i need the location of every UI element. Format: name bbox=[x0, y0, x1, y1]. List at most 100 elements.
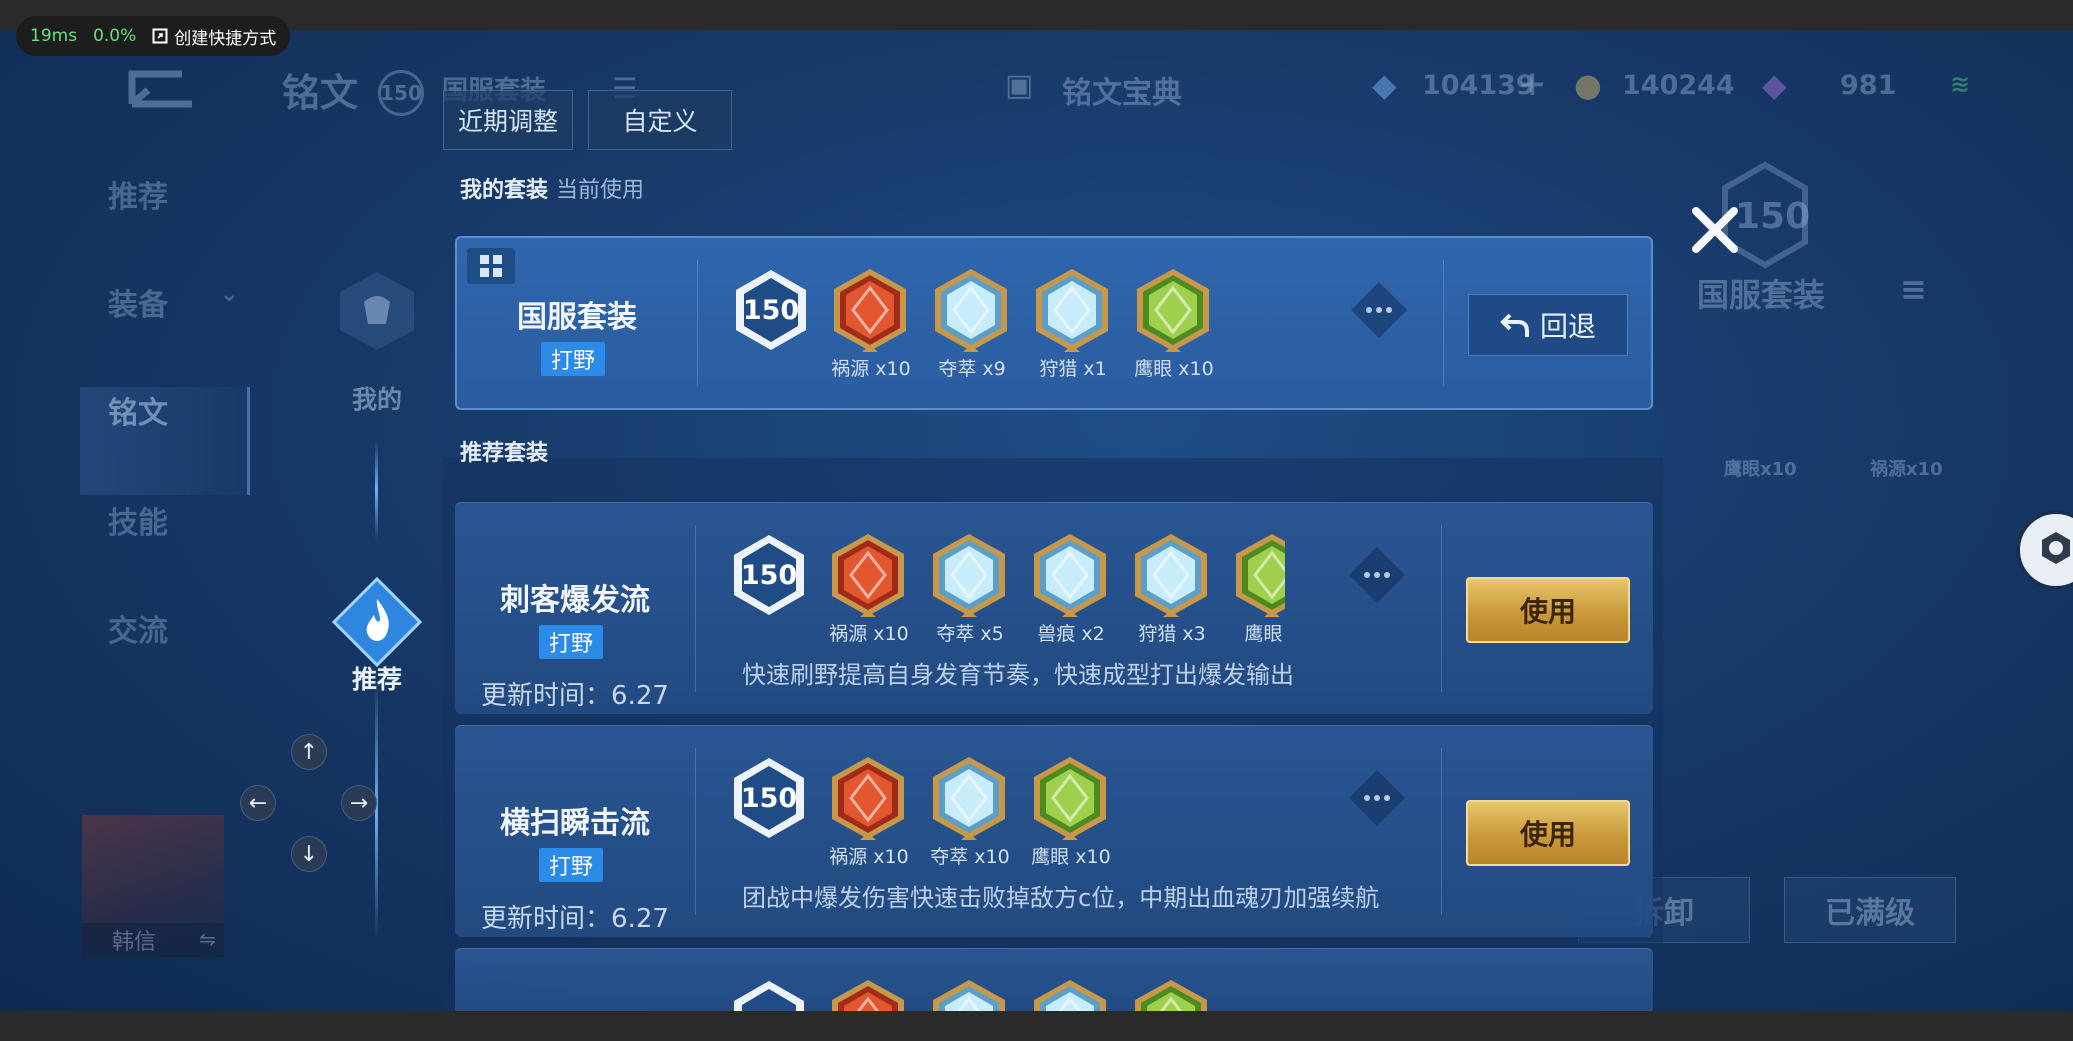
gem-currency-icon: ◆ bbox=[1372, 66, 1397, 104]
inscription-gem-red[interactable]: 祸源 x10 bbox=[829, 754, 909, 866]
divider bbox=[1443, 260, 1444, 386]
partial-level-badge bbox=[730, 977, 808, 1011]
header-title: 铭文 bbox=[282, 71, 359, 115]
divider bbox=[1441, 748, 1442, 915]
perf-overlay: 19ms 0.0% 创建快捷方式 bbox=[16, 16, 291, 56]
gem-count-label: 夺萃 x5 bbox=[936, 623, 1004, 643]
currency3-value: 981 bbox=[1840, 70, 1897, 101]
inscription-gem-blue[interactable] bbox=[1031, 977, 1109, 1011]
use-button[interactable]: 使用 bbox=[1466, 577, 1630, 643]
inscription-gem-green[interactable]: 鹰眼： bbox=[1233, 531, 1285, 643]
codex-label[interactable]: 铭文宝典 bbox=[1062, 68, 1182, 112]
gem-count-label: 祸源 x10 bbox=[831, 358, 911, 380]
loss-text: 0.0% bbox=[93, 26, 137, 46]
my-set-title: 我的套装 bbox=[460, 178, 549, 203]
arrow-right-button[interactable]: → bbox=[341, 785, 377, 821]
codex-icon[interactable]: ▣ bbox=[1005, 68, 1033, 103]
recommended-set-card: 刺客爆发流 打野 更新时间：6.27 150 祸源 x10 夺萃 x5 兽痕 x2 狩猎 x3… bbox=[455, 502, 1653, 714]
crystal-icon: ◆ bbox=[1762, 66, 1787, 104]
inscription-gem-red[interactable] bbox=[829, 977, 907, 1011]
recommend-flame-icon[interactable] bbox=[330, 575, 424, 669]
revert-button[interactable]: 回退 bbox=[1468, 294, 1628, 356]
game-stage: 铭文 150 国服套装 ☰ ▣ 铭文宝典 ◆ 104139 + ● 140244… bbox=[0, 30, 2073, 1011]
set-description: 团战中爆发伤害快速击败掉敌方c位，中期出血魂刃加强续航 bbox=[742, 884, 1380, 912]
inscription-gem-red[interactable]: 祸源 x10 bbox=[831, 266, 911, 381]
more-options-icon[interactable] bbox=[1345, 766, 1409, 830]
set-updated-time: 更新时间：6.27 bbox=[481, 681, 669, 711]
inscription-gem-blue[interactable]: 夺萃 x5 bbox=[930, 531, 1008, 643]
use-button[interactable]: 使用 bbox=[1466, 800, 1630, 866]
divider bbox=[1441, 525, 1442, 692]
inscription-gem-blue[interactable]: 夺萃 x10 bbox=[930, 754, 1010, 866]
maxed-button[interactable]: 已满级 bbox=[1784, 877, 1956, 943]
gem-count-label: 狩猎 x3 bbox=[1138, 623, 1206, 643]
gem-count-label: 祸源 x10 bbox=[829, 623, 909, 643]
inscription-gem-blue[interactable]: 狩猎 x1 bbox=[1033, 266, 1111, 381]
back-arrow-icon[interactable] bbox=[112, 60, 202, 110]
gem-count-label: 兽痕 x2 bbox=[1037, 623, 1105, 643]
inscription-gem-blue[interactable]: 夺萃 x9 bbox=[932, 266, 1010, 381]
arrow-up-button[interactable]: ↑ bbox=[291, 734, 327, 770]
set-updated-time: 更新时间：6.27 bbox=[481, 904, 669, 934]
sidebar-item-social[interactable]: 交流 bbox=[108, 606, 168, 650]
inscription-gem-red[interactable]: 祸源 x10 bbox=[829, 531, 909, 643]
gem-count-label: 鹰眼： bbox=[1244, 623, 1285, 643]
right-gem-label-1: 鹰眼x10 bbox=[1724, 459, 1797, 480]
swap-icon[interactable]: ⇋ bbox=[199, 927, 216, 951]
inscription-gem-green[interactable]: 鹰眼 x10 bbox=[1134, 266, 1214, 381]
gem-count-label: 鹰眼 x10 bbox=[1134, 358, 1214, 380]
arrow-left-button[interactable]: ← bbox=[240, 785, 276, 821]
nav-line-top bbox=[375, 440, 378, 540]
currency2-value: 140244 bbox=[1622, 70, 1735, 101]
recommended-section-title: 推荐套装 bbox=[460, 441, 549, 466]
inscription-gem-blue[interactable] bbox=[930, 977, 1008, 1011]
close-icon[interactable] bbox=[1690, 205, 1740, 255]
coin-icon: ● bbox=[1574, 66, 1602, 104]
right-set-name: 国服套装 bbox=[1697, 276, 1826, 314]
gem-count-label: 狩猎 x1 bbox=[1039, 358, 1107, 380]
tab-recent-adjustments[interactable]: 近期调整 bbox=[443, 90, 573, 150]
my-set-card: 国服套装 打野 150 祸源 x10 夺萃 x9 狩猎 x1 鹰眼 x10 回退 bbox=[455, 236, 1653, 410]
gem-count-label: 夺萃 x9 bbox=[938, 358, 1006, 380]
sidebar-item-recommend[interactable]: 推荐 bbox=[108, 172, 168, 216]
gem-count-label: 祸源 x10 bbox=[829, 846, 909, 866]
set-description: 快速刷野提高自身发育节奏，快速成型打出爆发输出 bbox=[742, 661, 1294, 689]
my-set-tag: 打野 bbox=[541, 342, 605, 376]
right-gem-label-2: 祸源x10 bbox=[1870, 459, 1943, 480]
shortcut-icon bbox=[152, 28, 168, 44]
sidebar-item-skills[interactable]: 技能 bbox=[108, 498, 168, 542]
more-options-icon[interactable] bbox=[1347, 278, 1411, 342]
header-level: 150 bbox=[378, 70, 424, 116]
right-menu-icon[interactable]: ≡ bbox=[1900, 270, 1927, 308]
recommended-set-card-partial bbox=[455, 948, 1653, 1011]
add-currency-icon[interactable]: + bbox=[1518, 64, 1547, 104]
recommended-set-card: 横扫瞬击流 打野 更新时间：6.27 150 祸源 x10 夺萃 x10 鹰眼 x10 团战中… bbox=[455, 725, 1653, 937]
shortcut-label: 创建快捷方式 bbox=[174, 28, 277, 49]
right-level-text: 150 bbox=[1735, 196, 1811, 237]
create-shortcut-button[interactable]: 创建快捷方式 bbox=[152, 24, 276, 49]
tab-custom[interactable]: 自定义 bbox=[588, 90, 732, 150]
nav-mine-label[interactable]: 我的 bbox=[330, 380, 424, 416]
mine-icon[interactable] bbox=[334, 268, 420, 354]
set-gems: 祸源 x10 夺萃 x10 鹰眼 x10 bbox=[455, 726, 1285, 866]
sidebar-item-inscription[interactable]: 铭文 bbox=[108, 388, 168, 432]
window-top-strip bbox=[0, 0, 2073, 30]
inscription-gem-blue[interactable]: 狩猎 x3 bbox=[1132, 531, 1210, 643]
arrow-down-button[interactable]: ↓ bbox=[291, 836, 327, 872]
revert-label: 回退 bbox=[1539, 310, 1596, 343]
floating-assist-button[interactable] bbox=[2016, 510, 2073, 590]
inscription-gem-green[interactable] bbox=[1132, 977, 1210, 1011]
hero-avatar[interactable]: 韩信 ⇋ bbox=[82, 815, 224, 957]
hex-icon bbox=[2042, 532, 2070, 564]
chevron-down-icon: ⌄ bbox=[220, 282, 239, 307]
inscription-gem-green[interactable]: 鹰眼 x10 bbox=[1031, 754, 1111, 866]
sidebar-item-equipment[interactable]: 装备 bbox=[108, 280, 168, 324]
window-bottom-strip bbox=[0, 1011, 2073, 1041]
more-options-icon[interactable] bbox=[1345, 543, 1409, 607]
my-set-section: 我的套装 当前使用 bbox=[460, 172, 644, 204]
latency-text: 19ms bbox=[30, 26, 78, 46]
grid-icon[interactable] bbox=[467, 248, 515, 284]
gem-count-label: 夺萃 x10 bbox=[930, 846, 1010, 866]
inscription-gem-blue[interactable]: 兽痕 x2 bbox=[1031, 531, 1109, 643]
wifi-icon: ≋ bbox=[1950, 70, 1971, 98]
